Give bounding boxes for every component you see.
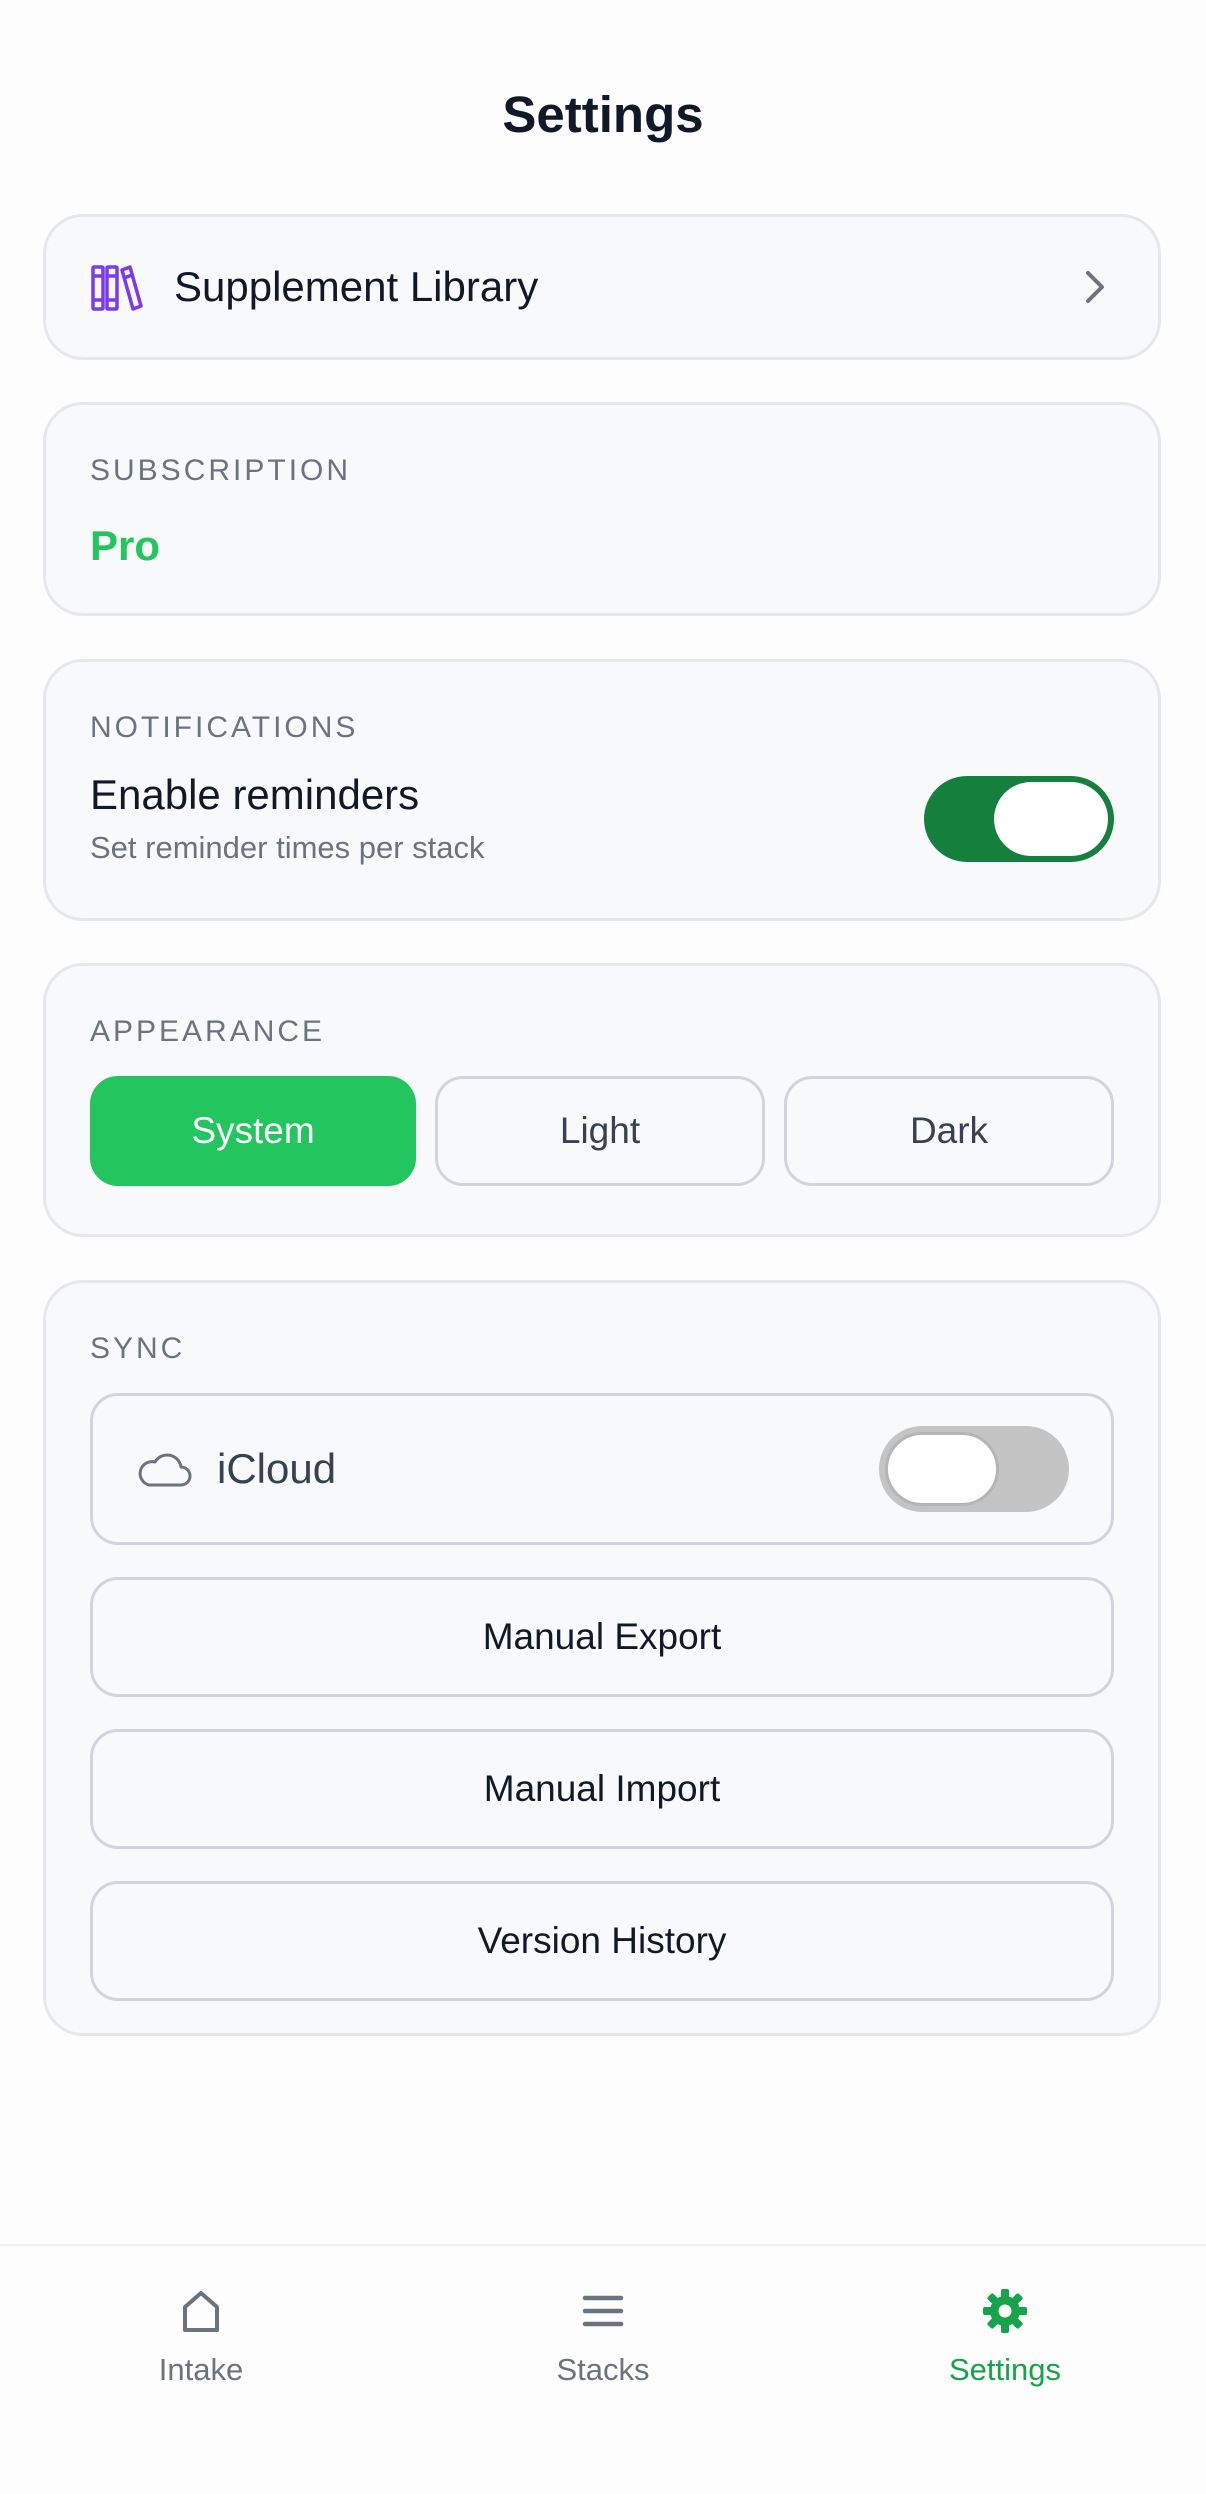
icloud-toggle[interactable] — [879, 1426, 1069, 1512]
appearance-segmented-control: System Light Dark — [90, 1076, 1114, 1186]
icloud-label: iCloud — [217, 1445, 337, 1492]
appearance-option-dark[interactable]: Dark — [784, 1076, 1114, 1186]
tab-intake[interactable]: Intake — [0, 2246, 402, 2494]
supplement-library-label: Supplement Library — [174, 263, 539, 310]
tab-bar: Intake Stacks Settings — [0, 2244, 1206, 2494]
gear-icon — [980, 2286, 1030, 2336]
list-icon — [578, 2286, 628, 2336]
tab-settings[interactable]: Settings — [804, 2246, 1206, 2494]
cloud-icon — [135, 1449, 193, 1489]
enable-reminders-row: Enable reminders Set reminder times per … — [90, 770, 1114, 868]
appearance-card: APPEARANCE System Light Dark — [43, 963, 1161, 1237]
enable-reminders-subtitle: Set reminder times per stack — [90, 830, 485, 865]
subscription-card: SUBSCRIPTION Pro — [43, 402, 1161, 616]
manual-export-button[interactable]: Manual Export — [90, 1577, 1114, 1697]
version-history-button[interactable]: Version History — [90, 1881, 1114, 2001]
appearance-option-light[interactable]: Light — [435, 1076, 765, 1186]
appearance-section-label: APPEARANCE — [90, 1015, 326, 1048]
page-title: Settings — [502, 86, 704, 143]
sync-section-label: SYNC — [90, 1332, 186, 1365]
tab-intake-label: Intake — [158, 2352, 244, 2387]
enable-reminders-title: Enable reminders — [90, 771, 420, 818]
subscription-plan: Pro — [90, 522, 161, 569]
enable-reminders-text: Enable reminders Set reminder times per … — [90, 770, 485, 868]
tab-settings-label: Settings — [948, 2352, 1061, 2387]
tab-stacks[interactable]: Stacks — [402, 2246, 804, 2494]
subscription-section-label: SUBSCRIPTION — [90, 454, 352, 487]
sync-card: SYNC iCloud Manual Export Manual Import … — [43, 1280, 1161, 2036]
manual-import-button[interactable]: Manual Import — [90, 1729, 1114, 1849]
books-icon — [90, 260, 144, 314]
tab-stacks-label: Stacks — [556, 2352, 650, 2387]
toggle-knob — [885, 1432, 999, 1506]
notifications-card: NOTIFICATIONS Enable reminders Set remin… — [43, 659, 1161, 921]
notifications-section-label: NOTIFICATIONS — [90, 711, 359, 744]
chevron-right-icon — [1074, 267, 1114, 307]
enable-reminders-toggle[interactable] — [924, 776, 1114, 862]
icloud-row: iCloud — [90, 1393, 1114, 1545]
home-icon — [176, 2286, 226, 2336]
toggle-knob — [994, 782, 1108, 856]
supplement-library-row[interactable]: Supplement Library — [43, 214, 1161, 360]
appearance-option-system[interactable]: System — [90, 1076, 416, 1186]
